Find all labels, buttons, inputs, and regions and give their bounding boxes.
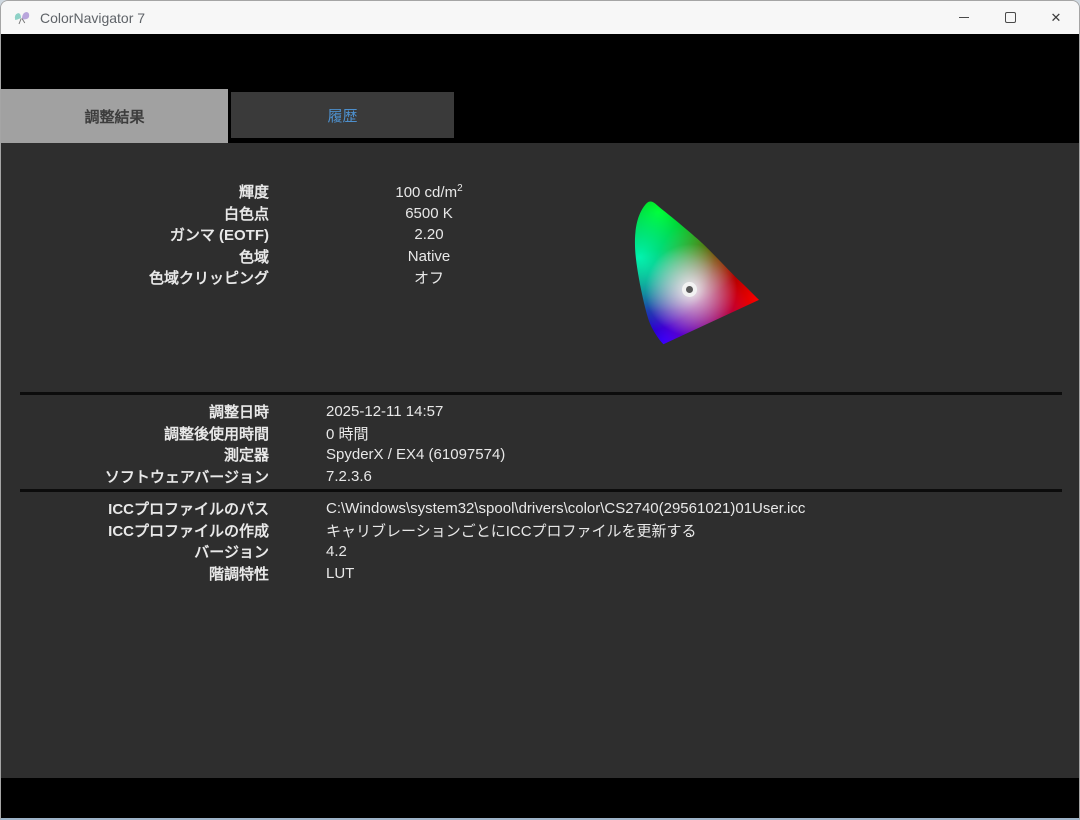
- row-label: 階調特性: [1, 563, 269, 584]
- row-label: バージョン: [1, 541, 269, 562]
- maximize-icon: [1005, 12, 1016, 23]
- table-row: ガンマ (EOTF) 2.20: [1, 224, 532, 246]
- luminance-sup: 2: [457, 183, 463, 194]
- window-title: ColorNavigator 7: [40, 10, 145, 26]
- row-value: 0 時間: [326, 423, 369, 444]
- table-row: 色域クリッピング オフ: [1, 267, 532, 289]
- white-point-dot: [686, 286, 693, 293]
- close-icon: ✕: [1051, 11, 1062, 24]
- tab-adjustment-result[interactable]: 調整結果: [1, 89, 228, 143]
- row-value: オフ: [326, 267, 532, 288]
- title-bar: ColorNavigator 7 ✕: [1, 1, 1079, 34]
- tab-history[interactable]: 履歴: [231, 92, 454, 138]
- table-row: 輝度 100 cd/m2: [1, 181, 532, 203]
- minimize-button[interactable]: [941, 1, 987, 34]
- row-value: C:\Windows\system32\spool\drivers\color\…: [326, 500, 805, 517]
- table-row: 測定器 SpyderX / EX4 (61097574): [1, 444, 505, 466]
- row-label: 色域: [1, 246, 269, 267]
- table-row: 白色点 6500 K: [1, 203, 532, 225]
- adjustment-result-panel: 輝度 100 cd/m2 白色点 6500 K ガンマ (EOTF) 2.20 …: [1, 143, 1079, 778]
- row-value: Native: [326, 248, 532, 265]
- row-label: ICCプロファイルの作成: [1, 520, 269, 541]
- row-value: 4.2: [326, 543, 347, 560]
- app-logo-icon: [13, 10, 31, 26]
- row-value: 6500 K: [326, 205, 532, 222]
- row-label: 白色点: [1, 203, 269, 224]
- white-point-marker: [682, 282, 697, 297]
- table-row: ICCプロファイルのパス C:\Windows\system32\spool\d…: [1, 498, 805, 520]
- section-divider: [20, 392, 1062, 395]
- row-value: LUT: [326, 565, 354, 582]
- bottom-strip: [1, 778, 1079, 818]
- row-label: 輝度: [1, 181, 269, 202]
- colornavigator-window: ColorNavigator 7 ✕ 調整結果 履歴 輝度 100 cd/m2 …: [0, 0, 1080, 820]
- close-button[interactable]: ✕: [1033, 1, 1079, 34]
- calibration-info-section: 調整日時 2025-12-11 14:57 調整後使用時間 0 時間 測定器 S…: [1, 401, 505, 487]
- luminance-value: 100 cd/m: [395, 184, 457, 201]
- window-controls: ✕: [941, 1, 1079, 34]
- row-value: SpyderX / EX4 (61097574): [326, 446, 505, 463]
- maximize-button[interactable]: [987, 1, 1033, 34]
- table-row: 色域 Native: [1, 246, 532, 268]
- row-label: ソフトウェアバージョン: [1, 466, 269, 487]
- row-label: 色域クリッピング: [1, 267, 269, 288]
- table-row: ICCプロファイルの作成 キャリブレーションごとにICCプロファイルを更新する: [1, 520, 805, 542]
- section-divider: [20, 489, 1062, 492]
- table-row: バージョン 4.2: [1, 541, 805, 563]
- row-value: 2025-12-11 14:57: [326, 403, 443, 420]
- table-row: 階調特性 LUT: [1, 563, 805, 585]
- cie-chromaticity-diagram: [634, 200, 770, 350]
- row-label: 測定器: [1, 444, 269, 465]
- row-value: キャリブレーションごとにICCプロファイルを更新する: [326, 520, 697, 541]
- row-label: 調整日時: [1, 401, 269, 422]
- row-label: 調整後使用時間: [1, 423, 269, 444]
- row-value: 2.20: [326, 226, 532, 243]
- row-value: 7.2.3.6: [326, 468, 372, 485]
- row-label: ICCプロファイルのパス: [1, 498, 269, 519]
- row-label: ガンマ (EOTF): [1, 224, 269, 245]
- target-settings-section: 輝度 100 cd/m2 白色点 6500 K ガンマ (EOTF) 2.20 …: [1, 181, 532, 289]
- icc-profile-section: ICCプロファイルのパス C:\Windows\system32\spool\d…: [1, 498, 805, 584]
- row-value: 100 cd/m2: [326, 183, 532, 201]
- minimize-icon: [959, 17, 969, 18]
- table-row: 調整日時 2025-12-11 14:57: [1, 401, 505, 423]
- table-row: 調整後使用時間 0 時間: [1, 423, 505, 445]
- tab-strip: 調整結果 履歴: [1, 34, 1079, 143]
- table-row: ソフトウェアバージョン 7.2.3.6: [1, 466, 505, 488]
